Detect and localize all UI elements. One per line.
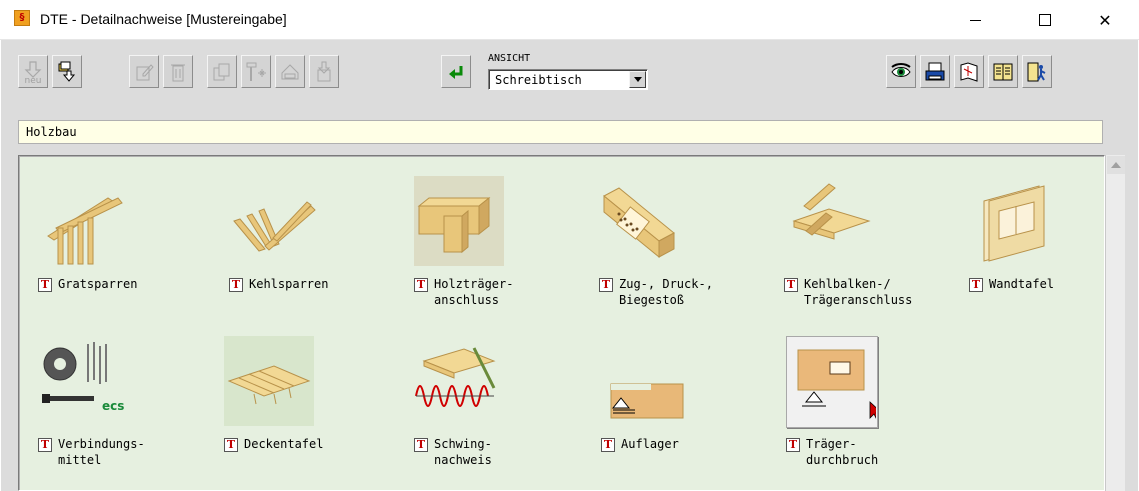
tile-traegerdurchbruch[interactable]: T Träger-durchbruch — [786, 336, 956, 486]
refresh-button[interactable] — [441, 55, 471, 88]
tile-label: Kehlbalken-/Trägeranschluss — [804, 277, 913, 307]
view-button[interactable] — [886, 55, 916, 88]
manual-button[interactable] — [988, 55, 1018, 88]
maximize-button[interactable] — [1022, 0, 1068, 40]
module-panel: T Gratsparren T Kehlsparren T Holzträger… — [18, 155, 1105, 491]
tile-label: Verbindungs-mittel — [58, 437, 145, 467]
kehlsparren-thumbnail — [233, 201, 316, 252]
printer-icon — [925, 62, 945, 80]
tile-label: Zug-, Druck-, Biegestoß — [619, 277, 713, 307]
tile-label: Kehlsparren — [249, 277, 329, 291]
text-doc-icon: T — [599, 278, 613, 292]
ecs-badge: ecs — [102, 399, 124, 413]
holztraeger-anschluss-thumbnail — [414, 176, 504, 266]
tile-kehlsparren[interactable]: T Kehlsparren — [229, 176, 399, 326]
tile-zug-druck-biegestoss[interactable]: T Zug-, Druck-, Biegestoß — [599, 176, 769, 326]
print-button[interactable] — [275, 55, 305, 88]
refresh-arrow-icon — [449, 65, 463, 79]
text-doc-icon: T — [414, 278, 428, 292]
tile-label: Wandtafel — [989, 277, 1055, 291]
export-icon — [317, 61, 331, 81]
text-doc-icon: T — [969, 278, 983, 292]
view-label: ANSICHT — [488, 53, 531, 64]
text-doc-icon: T — [786, 438, 800, 452]
close-button[interactable]: ✕ — [1082, 0, 1128, 40]
breadcrumb-text: Holzbau — [26, 125, 77, 139]
scroll-up-icon[interactable] — [1107, 156, 1125, 174]
open-button[interactable] — [52, 55, 82, 88]
text-doc-icon: T — [229, 278, 243, 292]
breadcrumb: Holzbau — [18, 120, 1103, 144]
exit-button[interactable] — [1022, 55, 1052, 88]
text-doc-icon: T — [38, 438, 52, 452]
copy-button[interactable] — [207, 55, 237, 88]
tile-verbindungsmittel[interactable]: ecs T Verbindungs-mittel — [38, 336, 208, 486]
tile-schwingnachweis[interactable]: T Schwing-nachweis — [414, 336, 584, 486]
deckentafel-thumbnail — [224, 336, 314, 426]
settings-button[interactable] — [954, 55, 984, 88]
tile-label: Schwing-nachweis — [434, 437, 492, 467]
auflager-thumbnail — [610, 383, 684, 419]
text-doc-icon: T — [414, 438, 428, 452]
tile-label: Holzträger-anschluss — [434, 277, 514, 307]
cursor-icon — [869, 401, 876, 419]
export-button[interactable] — [309, 55, 339, 88]
tile-label: Deckentafel — [244, 437, 324, 451]
edit-icon — [136, 63, 154, 80]
tools-button[interactable] — [241, 55, 271, 88]
open-folder-icon — [58, 61, 76, 82]
delete-button[interactable] — [163, 55, 193, 88]
client-area: neu ANSICHT Schreibtisch Holzbau T Grats… — [1, 40, 1138, 491]
schwingnachweis-thumbnail — [415, 347, 496, 407]
view-select[interactable]: Schreibtisch — [488, 69, 648, 90]
tile-wandtafel[interactable]: T Wandtafel — [969, 176, 1104, 326]
biegestoss-thumbnail — [603, 187, 675, 259]
vertical-scrollbar[interactable] — [1105, 155, 1125, 491]
chevron-down-icon[interactable] — [629, 71, 646, 88]
copy-icon — [213, 63, 230, 80]
tile-deckentafel[interactable]: T Deckentafel — [224, 336, 394, 486]
new-button-label: neu — [24, 76, 42, 86]
tile-kehlbalken-traegeranschluss[interactable]: T Kehlbalken-/Trägeranschluss — [784, 176, 954, 326]
wandtafel-thumbnail — [983, 185, 1045, 262]
gratsparren-thumbnail — [47, 197, 123, 265]
document-icon — [960, 61, 978, 82]
tile-holztraeger-anschluss[interactable]: T Holzträger-anschluss — [414, 176, 584, 326]
tile-auflager[interactable]: T Auflager — [601, 336, 771, 486]
trash-icon — [171, 64, 185, 81]
tile-label: Träger-durchbruch — [806, 437, 879, 467]
title-bar: § DTE - Detailnachweise [Mustereingabe] … — [0, 0, 1139, 40]
tile-gratsparren[interactable]: T Gratsparren — [38, 176, 208, 326]
verbindungsmittel-thumbnail: ecs — [42, 342, 124, 413]
book-icon — [993, 63, 1013, 80]
tile-label: Auflager — [621, 437, 679, 451]
view-select-value: Schreibtisch — [495, 73, 582, 87]
kehlbalken-thumbnail — [792, 183, 871, 240]
app-icon: § — [14, 10, 30, 26]
tools-icon — [246, 62, 266, 81]
edit-button[interactable] — [129, 55, 159, 88]
printer-icon — [281, 63, 299, 79]
traegerdurchbruch-thumbnail — [797, 349, 876, 419]
window-title: DTE - Detailnachweise [Mustereingabe] — [40, 11, 287, 27]
text-doc-icon: T — [38, 278, 52, 292]
exit-door-icon — [1027, 62, 1046, 81]
text-doc-icon: T — [601, 438, 615, 452]
printer-button[interactable] — [920, 55, 950, 88]
text-doc-icon: T — [784, 278, 798, 292]
new-button[interactable]: neu — [18, 55, 48, 88]
minimize-button[interactable] — [952, 0, 998, 40]
tile-label: Gratsparren — [58, 277, 138, 291]
eye-icon — [891, 62, 911, 77]
close-icon: ✕ — [1098, 10, 1112, 30]
text-doc-icon: T — [224, 438, 238, 452]
